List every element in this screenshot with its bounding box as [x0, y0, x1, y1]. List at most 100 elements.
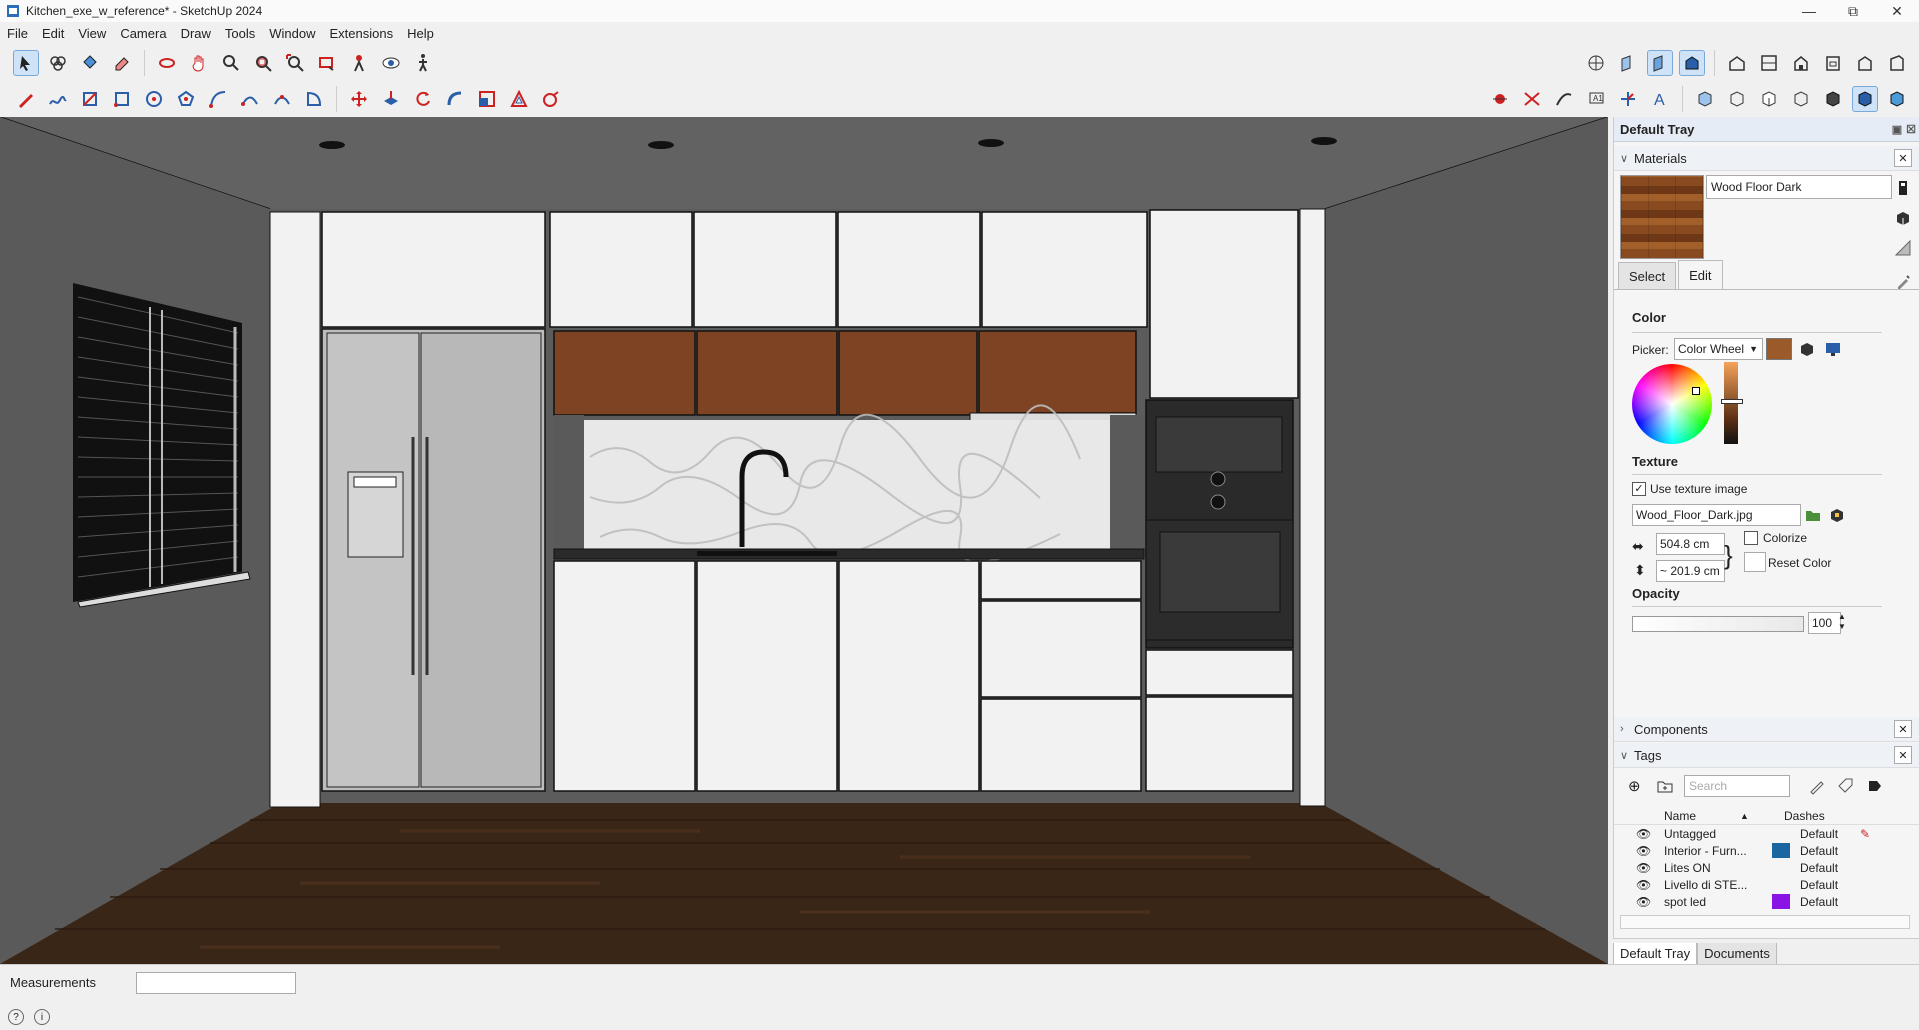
- axes-origin-tool[interactable]: [1615, 86, 1641, 112]
- visibility-eye-icon[interactable]: 👁: [1636, 861, 1654, 875]
- texture-height-field[interactable]: ~ 201.9 cm: [1656, 560, 1725, 582]
- arc-tool[interactable]: [205, 86, 231, 112]
- dimension-tool[interactable]: [1487, 86, 1513, 112]
- details-arrow-icon[interactable]: [1866, 777, 1884, 795]
- position-camera-tool[interactable]: [346, 50, 372, 76]
- tags-section-header[interactable]: ∨ Tags ✕: [1614, 743, 1919, 768]
- minimize-button[interactable]: —: [1787, 0, 1831, 22]
- menu-camera[interactable]: Camera: [113, 26, 173, 41]
- display-section-planes-tool[interactable]: [1647, 50, 1673, 76]
- tag-color[interactable]: [1772, 826, 1790, 841]
- make-component-tool[interactable]: [45, 50, 71, 76]
- wireframe-style-button[interactable]: [1724, 86, 1750, 112]
- text-tool[interactable]: [1551, 86, 1577, 112]
- edit-texture-icon[interactable]: [1828, 506, 1846, 524]
- pin-icon[interactable]: ▣: [1892, 123, 1902, 136]
- opacity-field[interactable]: 100: [1808, 612, 1841, 634]
- menu-draw[interactable]: Draw: [174, 26, 218, 41]
- zoom-tool[interactable]: [218, 50, 244, 76]
- rectangle-tool[interactable]: [77, 86, 103, 112]
- protractor-tool[interactable]: [1519, 86, 1545, 112]
- tag-row[interactable]: 👁 spot led Default: [1614, 893, 1919, 910]
- visibility-eye-icon[interactable]: 👁: [1636, 844, 1654, 858]
- menu-help[interactable]: Help: [400, 26, 441, 41]
- color-swatch[interactable]: [1766, 338, 1792, 360]
- tags-horizontal-scrollbar[interactable]: [1620, 915, 1910, 929]
- create-material-icon[interactable]: [1894, 209, 1912, 227]
- axes-tool[interactable]: [1583, 50, 1609, 76]
- rotated-rectangle-tool[interactable]: [109, 86, 135, 112]
- xray-style-button[interactable]: [1692, 86, 1718, 112]
- top-view-button[interactable]: [1756, 50, 1782, 76]
- sort-ascending-icon[interactable]: ▲: [1740, 811, 1780, 821]
- sample-paint-icon[interactable]: [1894, 239, 1912, 257]
- iso-view-button[interactable]: [1724, 50, 1750, 76]
- tab-select[interactable]: Select: [1618, 262, 1677, 289]
- shaded-style-button[interactable]: [1788, 86, 1814, 112]
- eraser-tool[interactable]: [109, 50, 135, 76]
- pan-tool[interactable]: [186, 50, 212, 76]
- line-tool[interactable]: [13, 86, 39, 112]
- follow-me-tool[interactable]: [442, 86, 468, 112]
- tag-color[interactable]: [1772, 860, 1790, 875]
- push-pull-tool[interactable]: [378, 86, 404, 112]
- tag-color[interactable]: [1772, 877, 1790, 892]
- browse-folder-icon[interactable]: [1804, 506, 1822, 524]
- match-color-model-icon[interactable]: [1798, 340, 1816, 358]
- rotate-tool[interactable]: [410, 86, 436, 112]
- menu-window[interactable]: Window: [262, 26, 322, 41]
- walk-tool[interactable]: [410, 50, 436, 76]
- color-wheel-marker[interactable]: [1692, 387, 1700, 395]
- use-texture-checkbox[interactable]: ✓: [1632, 482, 1646, 496]
- opacity-slider[interactable]: [1632, 616, 1804, 632]
- texture-width-field[interactable]: 504.8 cm: [1656, 533, 1725, 555]
- match-color-screen-icon[interactable]: [1824, 340, 1842, 358]
- menu-file[interactable]: File: [0, 26, 35, 41]
- menu-extensions[interactable]: Extensions: [323, 26, 401, 41]
- eyedropper-icon[interactable]: [1896, 273, 1912, 289]
- maximize-button[interactable]: ⧉: [1831, 0, 1875, 22]
- circle-tool[interactable]: [141, 86, 167, 112]
- zoom-window-tool[interactable]: [250, 50, 276, 76]
- reset-color-swatch[interactable]: [1744, 552, 1766, 572]
- texture-file-field[interactable]: Wood_Floor_Dark.jpg: [1632, 504, 1801, 526]
- info-icon[interactable]: i: [34, 1009, 50, 1025]
- offset-tool[interactable]: [506, 86, 532, 112]
- back-view-button[interactable]: [1852, 50, 1878, 76]
- previous-view-tool[interactable]: [314, 50, 340, 76]
- tab-edit[interactable]: Edit: [1678, 260, 1723, 289]
- add-folder-icon[interactable]: [1656, 777, 1674, 795]
- material-swatch[interactable]: [1620, 175, 1704, 259]
- material-name-field[interactable]: Wood Floor Dark: [1706, 175, 1892, 199]
- col-dashes-header[interactable]: Dashes: [1784, 809, 1844, 823]
- measurements-input[interactable]: [136, 972, 296, 994]
- geo-location-icon[interactable]: ?: [8, 1009, 24, 1025]
- close-window-button[interactable]: ✕: [1875, 0, 1919, 22]
- tag-dashes[interactable]: Default: [1800, 827, 1860, 841]
- visibility-eye-icon[interactable]: 👁: [1636, 878, 1654, 892]
- scale-tool[interactable]: [474, 86, 500, 112]
- tag-row[interactable]: 👁 Untagged Default ✎: [1614, 825, 1919, 842]
- tag-icon[interactable]: [1836, 777, 1854, 795]
- close-section-icon[interactable]: ✕: [1894, 746, 1912, 764]
- select-tool[interactable]: [13, 50, 39, 76]
- axes-tool-2[interactable]: A1: [1583, 86, 1609, 112]
- 3d-text-tool[interactable]: A: [1647, 86, 1673, 112]
- orbit-tool[interactable]: [154, 50, 180, 76]
- tag-row[interactable]: 👁 Interior - Furn... Default: [1614, 842, 1919, 859]
- pie-tool[interactable]: [301, 86, 327, 112]
- opacity-spinner-icon[interactable]: ▲ ▼: [1838, 612, 1846, 632]
- menu-edit[interactable]: Edit: [35, 26, 71, 41]
- front-view-button[interactable]: [1788, 50, 1814, 76]
- close-section-icon[interactable]: ✕: [1894, 720, 1912, 738]
- tape-measure-tool[interactable]: [538, 86, 564, 112]
- color-wheel[interactable]: [1632, 364, 1712, 444]
- menu-view[interactable]: View: [71, 26, 113, 41]
- move-tool[interactable]: [346, 86, 372, 112]
- materials-section-header[interactable]: ∨ Materials ✕: [1614, 146, 1919, 171]
- tag-dashes[interactable]: Default: [1800, 861, 1860, 875]
- left-view-button[interactable]: [1884, 50, 1910, 76]
- shaded-textures-style-button[interactable]: [1820, 86, 1846, 112]
- tag-dashes[interactable]: Default: [1800, 844, 1860, 858]
- visibility-eye-icon[interactable]: 👁: [1636, 827, 1654, 841]
